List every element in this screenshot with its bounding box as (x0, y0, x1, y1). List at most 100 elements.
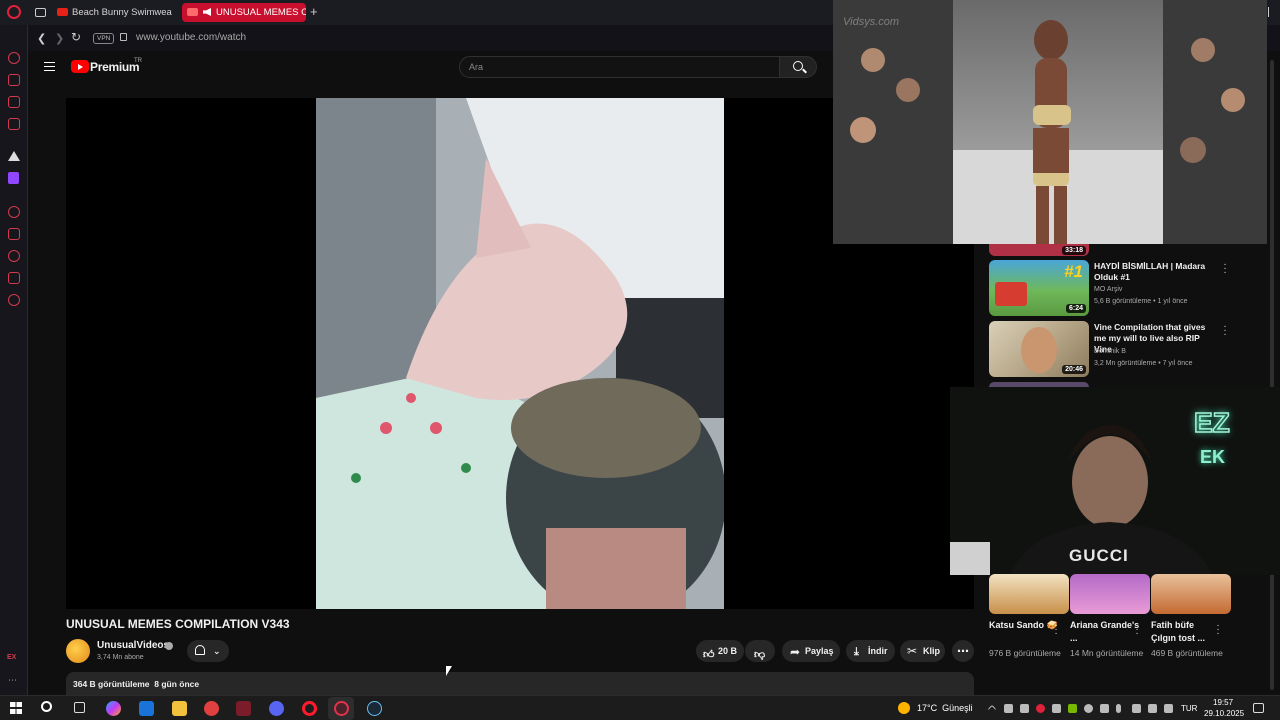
short-title[interactable]: Fatih büfe Çılgın tost ... (1151, 619, 1221, 645)
forward-icon[interactable]: ❯ (55, 32, 64, 45)
downloads-icon[interactable] (8, 272, 20, 284)
instagram-icon[interactable] (8, 118, 20, 130)
new-tab-button[interactable]: + (310, 4, 318, 19)
app-tray-icon[interactable] (1084, 704, 1093, 713)
clock-time[interactable]: 19:57 (1213, 698, 1233, 707)
kebab-menu-icon[interactable]: · · · (1215, 621, 1221, 639)
pip-video-overlay[interactable]: Vidsys.com (833, 0, 1267, 244)
related-channel[interactable]: MO Arşiv (1094, 285, 1234, 295)
speaker-icon (203, 8, 211, 16)
related-title[interactable]: HAYDİ BİSMİLLAH | Madara Olduk #1 (1094, 261, 1216, 283)
pinned-app-icon[interactable] (8, 151, 20, 161)
kebab-menu-icon[interactable]: · · · (1134, 621, 1140, 639)
kebab-menu-icon[interactable]: · · · (1053, 621, 1059, 639)
nvidia-tray-icon[interactable] (1068, 704, 1077, 713)
more-icon[interactable]: ⋯ (8, 675, 17, 686)
settings-icon[interactable] (8, 294, 20, 306)
menu-icon[interactable] (44, 62, 55, 71)
download-button[interactable]: ⤓ İndir (846, 640, 895, 662)
more-actions-button[interactable]: ⋯ (952, 640, 974, 662)
aria-icon[interactable] (8, 52, 20, 64)
clock-icon[interactable] (8, 250, 20, 262)
task-view-icon[interactable] (74, 702, 85, 713)
kebab-menu-icon[interactable]: · · · (1222, 322, 1228, 340)
discord-icon[interactable] (269, 701, 284, 716)
short-title[interactable]: Katsu Sando 🥪 (989, 619, 1059, 632)
reload-icon[interactable]: ↻ (71, 30, 81, 44)
vpn-badge[interactable]: VPN (93, 33, 115, 44)
window-controls[interactable] (1268, 7, 1276, 17)
youtube-header: Premium TR Ara (28, 51, 833, 85)
sidebar-ex-label[interactable]: EX (7, 654, 16, 661)
steam-icon[interactable] (367, 701, 382, 716)
app-icon[interactable] (204, 701, 219, 716)
youtube-logo-text[interactable]: Premium (90, 60, 140, 74)
share-button[interactable]: ➦ Paylaş (782, 640, 840, 662)
opera-logo-icon[interactable] (7, 5, 21, 19)
back-icon[interactable]: ❮ (37, 32, 46, 45)
notification-icon[interactable] (1253, 703, 1264, 713)
voicemod-icon[interactable] (236, 701, 251, 716)
like-button[interactable]: 👍︎ 20 B (696, 640, 744, 662)
messenger-icon[interactable] (8, 96, 20, 108)
verified-icon (165, 642, 173, 650)
short-thumb[interactable] (1070, 574, 1150, 614)
clock-date[interactable]: 29.10.2025 (1204, 709, 1244, 718)
related-thumb[interactable]: #1 6:24 (989, 260, 1089, 316)
mouse-cursor-icon (446, 666, 452, 676)
url-field[interactable]: www.youtube.com/watch (136, 32, 246, 43)
opera-tray-icon[interactable] (1036, 704, 1045, 713)
weather-sun-icon[interactable] (898, 702, 910, 714)
related-channel[interactable]: Dominik B (1094, 347, 1234, 357)
microphone-icon[interactable] (1116, 704, 1121, 713)
short-title[interactable]: Ariana Grande's ... (1070, 619, 1140, 645)
outlook-icon[interactable] (139, 701, 154, 716)
tab-beach-bunny[interactable]: Beach Bunny Swimwear I (52, 3, 172, 22)
language-indicator[interactable]: TUR (1181, 704, 1197, 713)
search-placeholder: Ara (469, 62, 484, 72)
file-explorer-icon[interactable] (172, 701, 187, 716)
youtube-logo-icon[interactable] (71, 60, 89, 73)
short-meta: 976 B görüntüleme (989, 648, 1061, 658)
related-meta: 5,6 B görüntüleme • 1 yıl önce (1094, 298, 1188, 305)
short-thumb[interactable] (1151, 574, 1231, 614)
kebab-menu-icon[interactable]: · · · (1222, 260, 1228, 278)
discord-tray-icon[interactable] (1020, 704, 1029, 713)
dislike-button[interactable]: 👎︎ (745, 640, 775, 662)
app-tray-icon[interactable] (1052, 704, 1061, 713)
short-meta: 14 Mn görüntüleme (1070, 648, 1144, 658)
related-thumb-partial[interactable]: 33:18 (989, 244, 1089, 256)
opera-icon[interactable] (302, 701, 317, 716)
notification-bell-button[interactable]: ⌄ (187, 640, 229, 662)
crypto-wallet-icon[interactable] (8, 74, 20, 86)
tray-chevron-icon[interactable] (987, 704, 997, 714)
twitch-icon[interactable] (8, 172, 19, 184)
copilot-icon[interactable] (106, 701, 121, 716)
steam-tray-icon[interactable] (1004, 704, 1013, 713)
pip-scrollbar[interactable] (1270, 60, 1274, 690)
channel-avatar[interactable] (66, 639, 90, 663)
search-button[interactable] (779, 56, 817, 78)
related-thumb[interactable]: 20:46 (989, 321, 1089, 377)
bookmarks-icon[interactable] (8, 228, 20, 240)
app-tray-icon[interactable] (1100, 704, 1109, 713)
windows-start-icon[interactable] (10, 702, 22, 714)
clip-button[interactable]: ✂ Klip (900, 640, 945, 662)
thumbs-up-icon: 👍︎ (703, 649, 715, 661)
tab-overview-icon[interactable] (35, 8, 46, 17)
network-icon[interactable] (1148, 704, 1157, 713)
channel-name[interactable]: UnusualVideos (97, 640, 169, 651)
search-icon[interactable] (41, 701, 52, 712)
video-frame[interactable] (316, 98, 724, 609)
app-tray-icon[interactable] (1132, 704, 1141, 713)
tab-unusual-memes[interactable]: UNUSUAL MEMES CO (182, 3, 306, 22)
description-box[interactable]: 364 B görüntüleme 8 gün önce (66, 672, 974, 695)
short-thumb[interactable] (989, 574, 1069, 614)
pip-watermark: Vidsys.com (843, 16, 900, 28)
history-icon[interactable] (8, 206, 20, 218)
weather-text[interactable]: 17°C Güneşli (917, 703, 973, 713)
volume-icon[interactable] (1164, 704, 1173, 713)
windows-taskbar: 17°C Güneşli TUR 19:57 29.10.2025 (0, 695, 1280, 720)
search-input[interactable]: Ara (459, 56, 780, 78)
short-meta: 469 B görüntüleme (1151, 648, 1223, 658)
